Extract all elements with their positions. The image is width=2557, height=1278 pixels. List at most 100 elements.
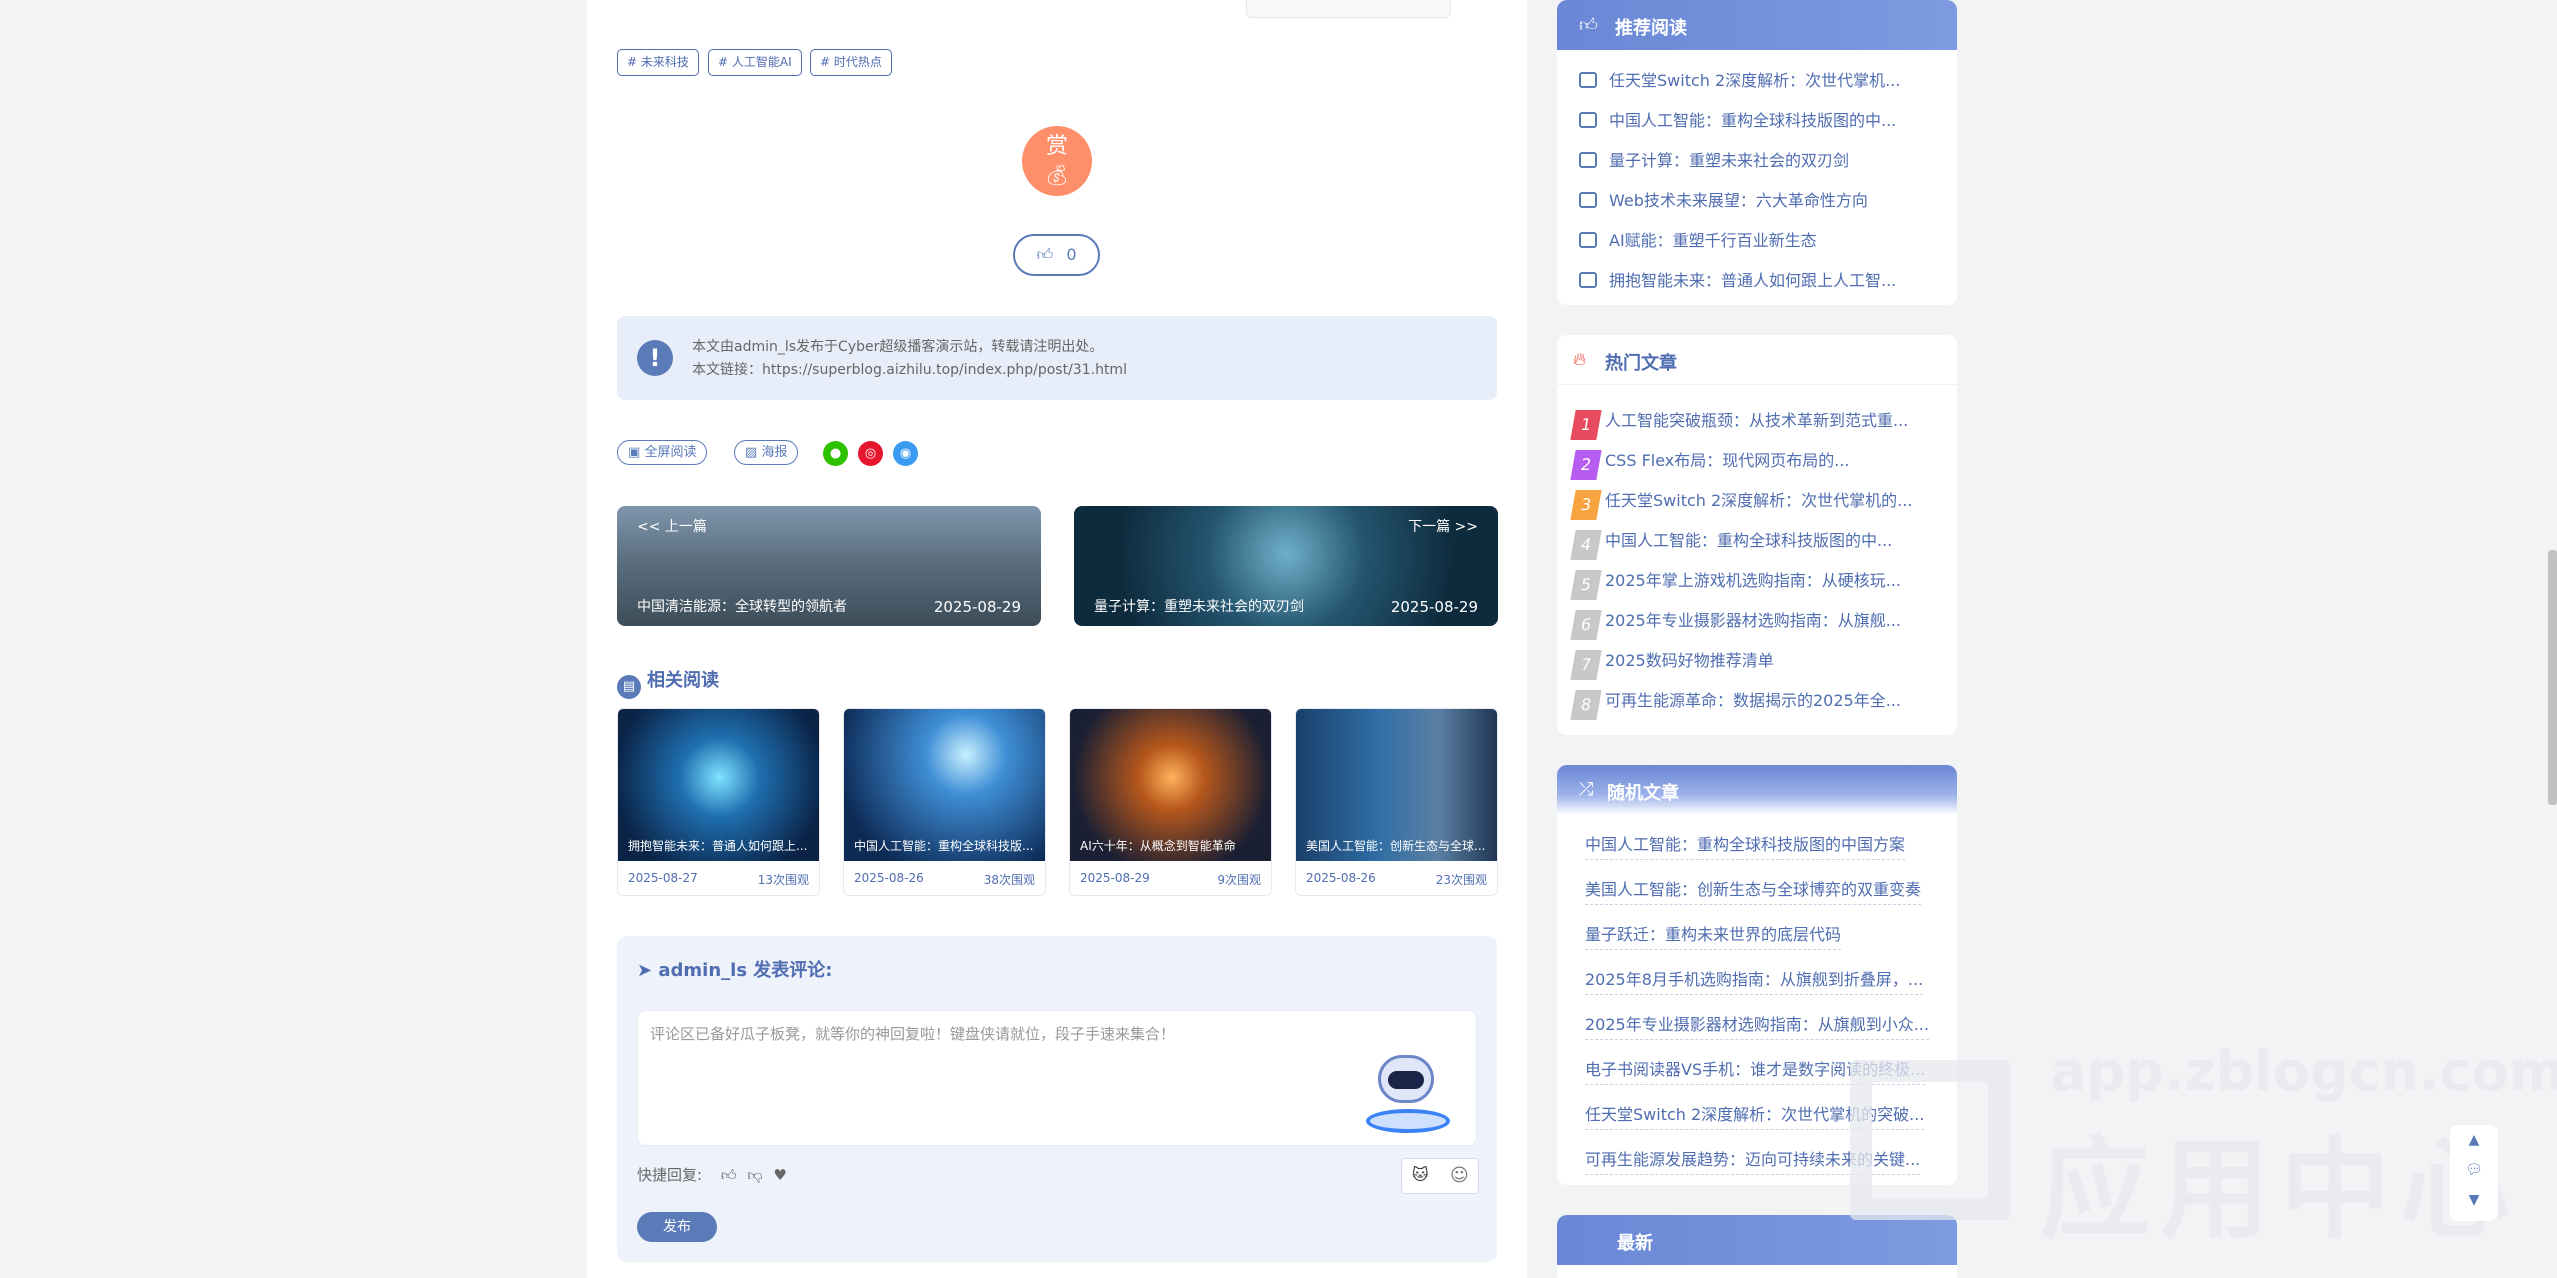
hot-item[interactable]: 4 中国人工智能：重构全球科技版图的中... [1570,527,1892,560]
random-title: 随机文章 [1607,783,1679,804]
hot-item[interactable]: 7 2025数码好物推荐清单 [1570,647,1774,680]
exclamation-icon: ! [637,340,673,376]
tag-ai[interactable]: # 人工智能AI [708,49,802,76]
wechat-share-icon[interactable]: ● [823,441,848,466]
recommend-item[interactable]: 任天堂Switch 2深度解析：次世代掌机... [1579,67,1900,91]
fullscreen-icon: ▣ [628,445,641,460]
thumbs-up-icon[interactable]: 👍︎ [721,1166,737,1184]
qq-share-icon[interactable]: ◉ [893,441,918,466]
related-caption: 美国人工智能：创新生态与全球... [1306,839,1486,853]
hot-item-label: 2025数码好物推荐清单 [1605,651,1774,670]
related-views: 38次围观 [983,873,1035,887]
hot-item-label: 2025年专业摄影器材选购指南：从旗舰... [1605,611,1901,630]
emoji-icon[interactable]: ☺ [1450,1165,1469,1186]
watermark-logo [1850,1060,2010,1220]
comment-form: ➤ admin_ls 发表评论: 评论区已备好瓜子板凳，就等你的神回复啦！键盘侠… [617,936,1497,1262]
related-views: 23次围观 [1435,873,1487,887]
random-item[interactable]: 2025年8月手机选购指南：从旗舰到折叠屏，... [1585,966,1924,995]
recommend-item-label: 中国人工智能：重构全球科技版图的中... [1609,111,1897,130]
hot-item-label: 2025年掌上游戏机选购指南：从硬核玩... [1605,571,1901,590]
related-date: 2025-08-29 [1080,871,1150,885]
recommend-widget: 👍︎ 推荐阅读 任天堂Switch 2深度解析：次世代掌机... 中国人工智能：… [1557,0,1957,305]
rank-badge: 6 [1570,610,1602,640]
random-item[interactable]: 美国人工智能：创新生态与全球博弈的双重变奏 [1585,876,1922,905]
fullscreen-read-button[interactable]: ▣ 全屏阅读 [617,440,708,465]
random-item[interactable]: 2025年专业摄影器材选购指南：从旗舰到小众... [1585,1011,1929,1040]
hot-item-label: 人工智能突破瓶颈：从技术革新到范式重... [1605,411,1909,430]
thumbs-down-icon[interactable]: 👎︎ [747,1166,762,1184]
lock-icon [1579,192,1597,208]
paper-plane-icon: ➤ [637,960,653,981]
recommend-title: 推荐阅读 [1615,18,1687,39]
comment-textarea[interactable]: 评论区已备好瓜子板凳，就等你的神回复啦！键盘侠请就位，段子手速来集合！ [637,1010,1477,1146]
poster-button[interactable]: ▨ 海报 [734,440,799,465]
related-caption: AI六十年：从概念到智能革命 [1080,839,1236,853]
recommend-item[interactable]: Web技术未来展望：六大革命性方向 [1579,187,1868,211]
next-post-card[interactable]: 下一篇 >> 量子计算：重塑未来社会的双刃剑 2025-08-29 [1074,506,1498,626]
hot-item-label: 任天堂Switch 2深度解析：次世代掌机的... [1605,491,1913,510]
tag-future-tech[interactable]: # 未来科技 [617,49,699,76]
prev-date: 2025-08-29 [933,598,1021,616]
recommend-item[interactable]: 中国人工智能：重构全球科技版图的中... [1579,107,1896,131]
image-icon: ▨ [745,445,758,460]
related-caption: 拥抱智能未来：普通人如何跟上... [628,839,808,853]
hot-item[interactable]: 1 人工智能突破瓶颈：从技术革新到范式重... [1570,407,1909,440]
fire-icon: 🔥︎ [1573,349,1587,370]
recommend-item-label: AI赋能：重塑千行百业新生态 [1609,231,1817,250]
related-date: 2025-08-26 [854,871,924,885]
lock-icon [1579,152,1597,168]
related-caption: 中国人工智能：重构全球科技版... [854,839,1034,853]
hot-item[interactable]: 5 2025年掌上游戏机选购指南：从硬核玩... [1570,567,1901,600]
recommend-item[interactable]: 拥抱智能未来：普通人如何跟上人工智... [1579,267,1896,291]
tag-hot-topic[interactable]: # 时代热点 [810,49,892,76]
hot-item[interactable]: 2 CSS Flex布局：现代网页布局的... [1570,447,1850,480]
weibo-share-icon[interactable]: ◎ [858,441,883,466]
hot-item[interactable]: 8 可再生能源革命：数据揭示的2025年全... [1570,687,1901,720]
fullscreen-label: 全屏阅读 [644,445,697,460]
recommend-item[interactable]: AI赋能：重塑千行百业新生态 [1579,227,1817,251]
watermark: app.zblogcn.com 应用中心 [1850,1040,2557,1254]
reward-button[interactable]: 赏 💰︎ [1022,126,1092,196]
top-box [1246,0,1451,18]
thumbs-up-icon: 👍︎ [1036,245,1054,264]
random-item[interactable]: 量子跃迁：重构未来世界的底层代码 [1585,921,1842,950]
prev-title: 中国清洁能源：全球转型的领航者 [637,599,847,615]
article-main: # 未来科技 # 人工智能AI # 时代热点 赏 💰︎ 👍︎ 0 ! 本文由ad… [587,0,1527,1278]
heart-icon[interactable]: ♥ [773,1166,786,1184]
notice-line-1: 本文由admin_ls发布于Cyber超级播客演示站，转载请注明出处。 [692,339,1104,355]
related-card[interactable]: 中国人工智能：重构全球科技版... 2025-08-26 38次围观 [843,708,1046,896]
lock-icon [1579,232,1597,248]
recommend-item[interactable]: 量子计算：重塑未来社会的双刃剑 [1579,147,1849,171]
sticker-icon[interactable]: 🐱︎ [1412,1165,1429,1184]
random-item[interactable]: 中国人工智能：重构全球科技版图的中国方案 [1585,831,1906,860]
submit-comment-button[interactable]: 发布 [637,1212,717,1242]
book-icon: ▤ [617,675,641,699]
quick-reply-label: 快捷回复: [637,1166,703,1184]
scroll-top-icon[interactable]: ▲ [2450,1125,2498,1155]
next-date: 2025-08-29 [1390,598,1478,616]
hot-item[interactable]: 6 2025年专业摄影器材选购指南：从旗舰... [1570,607,1901,640]
next-label: 下一篇 >> [1408,519,1478,535]
comment-icon[interactable]: 💬︎ [2450,1155,2498,1185]
related-card[interactable]: 拥抱智能未来：普通人如何跟上... 2025-08-27 13次围观 [617,708,820,896]
scroll-bottom-icon[interactable]: ▼ [2450,1185,2498,1215]
related-card[interactable]: AI六十年：从概念到智能革命 2025-08-29 9次围观 [1069,708,1272,896]
comment-heading-text: admin_ls 发表评论: [658,960,833,981]
poster-label: 海报 [761,445,788,460]
related-title: 相关阅读 [647,670,719,691]
related-views: 13次围观 [757,873,809,887]
related-card[interactable]: 美国人工智能：创新生态与全球... 2025-08-26 23次围观 [1295,708,1498,896]
page-scrollbar[interactable] [2548,550,2557,805]
hot-item[interactable]: 3 任天堂Switch 2深度解析：次世代掌机的... [1570,487,1913,520]
prev-post-card[interactable]: << 上一篇 中国清洁能源：全球转型的领航者 2025-08-29 [617,506,1041,626]
latest-title: 最新 [1617,1233,1653,1254]
watermark-url: app.zblogcn.com [2050,1040,2557,1103]
like-button[interactable]: 👍︎ 0 [1013,234,1100,276]
next-title: 量子计算：重塑未来社会的双刃剑 [1094,599,1304,615]
floating-toolbar: ▲ 💬︎ ▼ [2450,1125,2498,1221]
related-heading: ▤ 相关阅读 [617,666,719,699]
rank-badge: 5 [1570,570,1602,600]
comment-heading: ➤ admin_ls 发表评论: [637,956,833,982]
recommend-item-label: 任天堂Switch 2深度解析：次世代掌机... [1609,71,1901,90]
comment-tools: 🐱︎ ☺ [1401,1158,1479,1194]
